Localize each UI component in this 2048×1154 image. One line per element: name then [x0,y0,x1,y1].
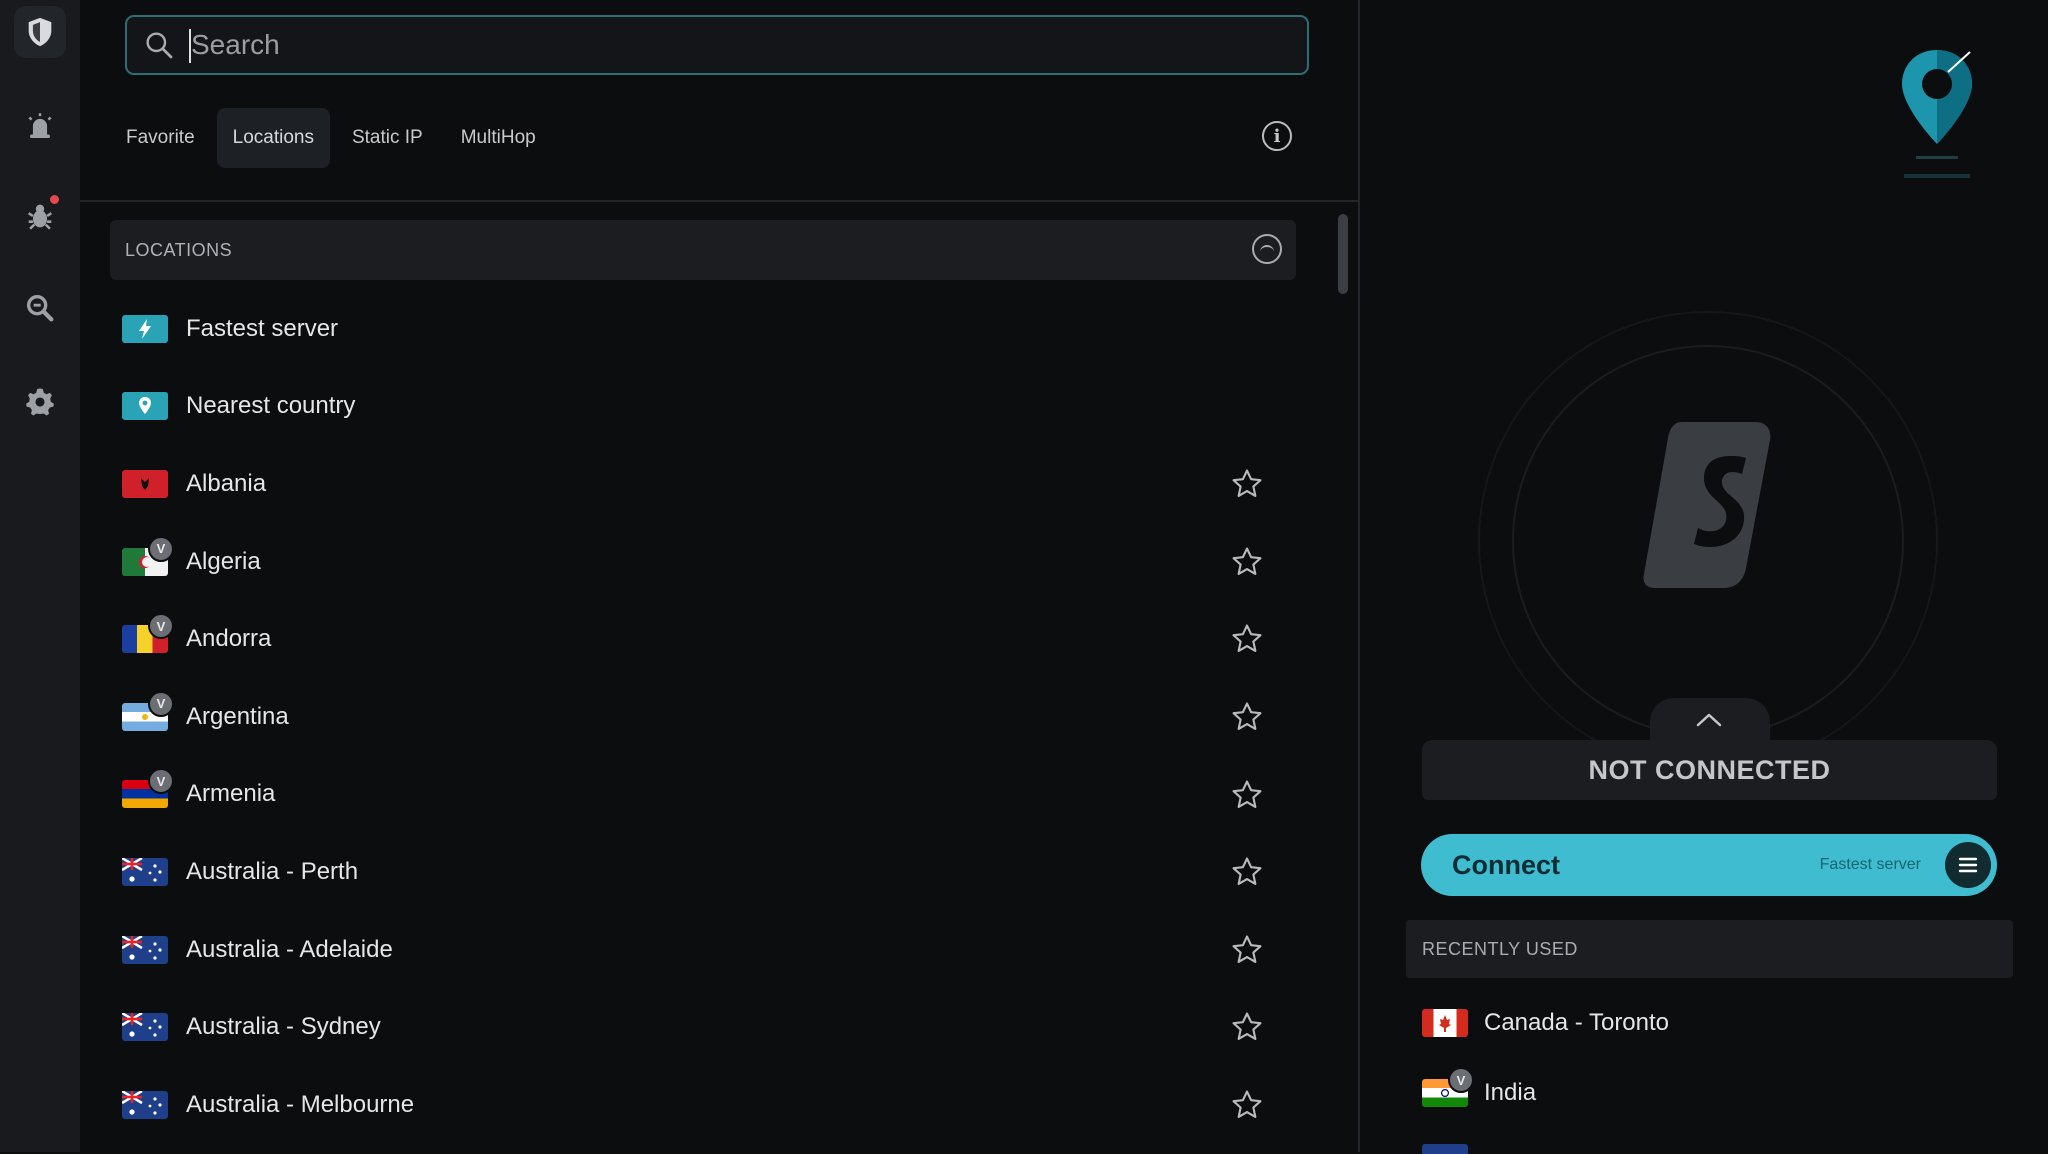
menu-icon [1958,857,1978,873]
location-label: Andorra [186,625,272,653]
tab-favorite[interactable]: Favorite [110,108,211,168]
location-label: Australia - Sydney [186,1013,381,1041]
virtual-location-badge: V [148,535,174,562]
collapse-icon[interactable] [1252,234,1282,264]
sidebar [0,0,80,1152]
tab-static-ip[interactable]: Static IP [336,108,439,168]
surfshark-logo-icon [1643,422,1771,588]
flag-albania [122,469,168,498]
locations-panel: Favorite Locations Static IP MultiHop i … [80,0,1358,1152]
recently-used-header: RECENTLY USED [1406,920,2013,978]
location-label: Australia - Adelaide [186,935,393,963]
favorite-star-icon[interactable] [1230,933,1264,967]
connect-button[interactable]: Connect Fastest server [1421,834,1997,896]
location-pin-icon [122,392,168,421]
location-label: Algeria [186,547,261,575]
flag-australia [122,935,168,964]
location-label: Australia - Melbourne [186,1090,415,1118]
locations-list: Fastest server Nearest country Albania V… [122,290,1302,1144]
connection-status-label: NOT CONNECTED [1588,754,1831,785]
location-label: Nearest country [186,392,356,420]
flag-armenia: V [122,768,174,809]
location-row-nearest-country[interactable]: Nearest country [122,368,1302,446]
search-input[interactable] [189,22,1273,68]
connect-options-button[interactable] [1945,842,1991,888]
location-row-armenia[interactable]: V Armenia [122,756,1302,834]
flag-canada [1422,1009,1468,1037]
chevron-up-icon[interactable] [1694,710,1724,730]
settings-gear-icon[interactable] [14,376,66,428]
recent-row-india[interactable]: V India [1422,1058,1982,1128]
location-label: Argentina [186,702,289,730]
favorite-star-icon[interactable] [1230,467,1264,501]
location-label: Armenia [186,780,276,808]
location-row-australia-melbourne[interactable]: Australia - Melbourne [122,1066,1302,1144]
favorite-star-icon[interactable] [1230,1010,1264,1044]
locations-section-header[interactable]: LOCATIONS [110,220,1296,280]
location-row-andorra[interactable]: V Andorra [122,600,1302,678]
search-alert-icon[interactable] [14,282,66,334]
flag-australia [122,1013,168,1042]
virtual-location-badge: V [148,690,174,717]
recent-row-canada-toronto[interactable]: Canada - Toronto [1422,988,1982,1058]
recent-row-partial-flag [1422,1144,1468,1154]
tabs-divider [80,200,1358,202]
tab-locations[interactable]: Locations [216,108,330,168]
location-row-algeria[interactable]: V Algeria [122,523,1302,601]
location-label: Albania [186,469,267,497]
favorite-star-icon[interactable] [1230,545,1264,579]
location-label: Fastest server [186,314,339,342]
location-row-australia-perth[interactable]: Australia - Perth [122,833,1302,911]
text-caret [189,29,191,63]
scrollbar[interactable] [1338,214,1348,294]
search-icon [146,32,173,59]
virtual-location-badge: V [1448,1067,1474,1093]
location-row-australia-sydney[interactable]: Australia - Sydney [122,988,1302,1066]
flag-australia [122,857,168,886]
virtual-location-badge: V [148,768,174,795]
favorite-star-icon[interactable] [1230,855,1264,889]
channel-logo-icon [1902,50,1972,178]
location-row-argentina[interactable]: V Argentina [122,678,1302,756]
notification-dot [50,195,59,204]
antivirus-bug-icon[interactable] [14,190,66,242]
virtual-location-badge: V [148,613,174,640]
recent-label: India [1484,1079,1537,1106]
flag-india: V [1422,1067,1474,1107]
recently-used-title: RECENTLY USED [1422,938,1578,959]
bolt-icon [122,314,168,343]
favorite-star-icon[interactable] [1230,622,1264,656]
location-row-fastest-server[interactable]: Fastest server [122,290,1302,368]
location-tabs: Favorite Locations Static IP MultiHop [110,108,552,168]
info-icon[interactable]: i [1262,121,1292,151]
flag-andorra: V [122,613,174,654]
search-box[interactable] [125,15,1309,75]
favorite-star-icon[interactable] [1230,778,1264,812]
location-row-albania[interactable]: Albania [122,445,1302,523]
tab-multihop[interactable]: MultiHop [445,108,552,168]
favorite-star-icon[interactable] [1230,700,1264,734]
flag-argentina: V [122,690,174,731]
connect-label: Connect [1452,849,1560,880]
flag-algeria: V [122,535,174,576]
recent-label: Canada - Toronto [1484,1009,1670,1036]
alert-icon[interactable] [14,100,66,152]
location-label: Australia - Perth [186,857,359,885]
vpn-shield-icon[interactable] [14,6,66,58]
connect-target-label: Fastest server [1819,856,1921,873]
location-row-australia-adelaide[interactable]: Australia - Adelaide [122,911,1302,989]
favorite-star-icon[interactable] [1230,1088,1264,1122]
recently-used-list: Canada - Toronto V India [1422,988,1982,1128]
flag-australia [122,1090,168,1119]
panel-divider [1358,0,1360,1152]
section-title: LOCATIONS [125,239,233,260]
